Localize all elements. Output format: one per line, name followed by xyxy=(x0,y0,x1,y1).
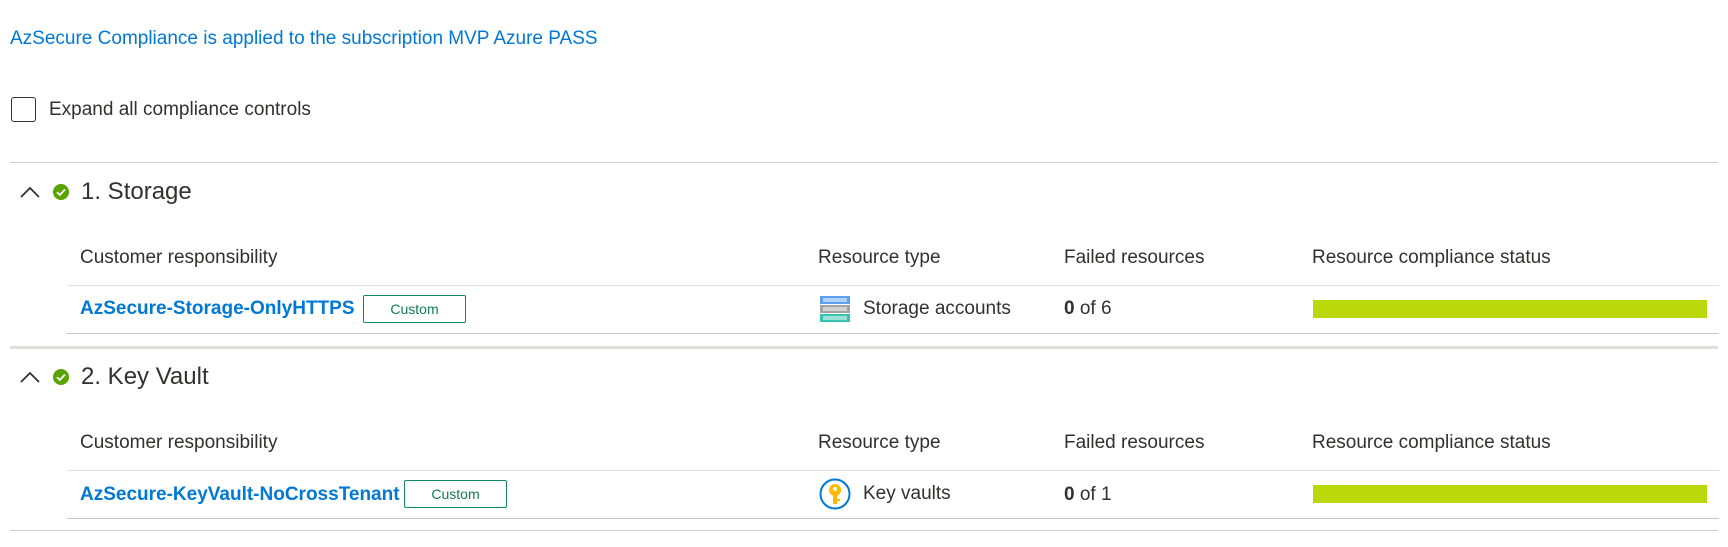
key-vault-icon xyxy=(819,478,851,510)
compliance-status-bar xyxy=(1313,485,1707,503)
section-title: 1. Storage xyxy=(81,178,192,205)
resource-type-label: Key vaults xyxy=(863,483,951,504)
column-header-resource-type: Resource type xyxy=(818,432,941,453)
section-title: 2. Key Vault xyxy=(81,363,209,390)
row-divider xyxy=(67,470,1719,471)
resource-type-key-vault: Key vaults xyxy=(819,478,951,510)
section-divider xyxy=(10,530,1718,531)
resource-type-label: Storage accounts xyxy=(863,298,1011,319)
column-header-customer-responsibility: Customer responsibility xyxy=(80,432,278,453)
compliance-status-fill xyxy=(1313,485,1707,503)
custom-badge: Custom xyxy=(363,295,466,323)
column-header-failed-resources: Failed resources xyxy=(1064,432,1205,453)
chevron-up-icon[interactable] xyxy=(17,179,43,205)
failed-total: of 1 xyxy=(1079,484,1112,505)
expand-all-row[interactable]: Expand all compliance controls xyxy=(11,97,311,122)
resource-type-storage: Storage accounts xyxy=(819,293,1011,325)
row-divider xyxy=(67,333,1719,334)
subscription-compliance-link[interactable]: AzSecure Compliance is applied to the su… xyxy=(10,28,598,50)
expand-all-checkbox[interactable] xyxy=(11,97,36,122)
row-divider xyxy=(67,285,1719,286)
column-header-failed-resources: Failed resources xyxy=(1064,247,1205,268)
compliance-status-bar xyxy=(1313,300,1707,318)
storage-account-icon xyxy=(819,293,851,325)
custom-badge: Custom xyxy=(404,480,507,508)
column-header-compliance-status: Resource compliance status xyxy=(1312,247,1551,268)
chevron-up-icon[interactable] xyxy=(17,364,43,390)
row-divider xyxy=(67,518,1719,519)
section-header-storage[interactable]: 1. Storage xyxy=(17,178,192,206)
policy-link-keyvault-nocrosstenant[interactable]: AzSecure-KeyVault-NoCrossTenant xyxy=(80,484,400,506)
column-header-compliance-status: Resource compliance status xyxy=(1312,432,1551,453)
policy-link-storage-onlyhttps[interactable]: AzSecure-Storage-OnlyHTTPS xyxy=(80,298,355,320)
failed-count: 0 xyxy=(1064,298,1075,319)
success-check-icon xyxy=(51,182,71,202)
failed-resources-count: 0 of 1 xyxy=(1064,484,1112,506)
section-header-key-vault[interactable]: 2. Key Vault xyxy=(17,363,209,391)
compliance-status-fill xyxy=(1313,300,1707,318)
column-header-customer-responsibility: Customer responsibility xyxy=(80,247,278,268)
column-header-resource-type: Resource type xyxy=(818,247,941,268)
failed-resources-count: 0 of 6 xyxy=(1064,298,1112,320)
failed-total: of 6 xyxy=(1079,298,1112,319)
expand-all-label: Expand all compliance controls xyxy=(49,98,311,120)
section-divider xyxy=(10,346,1718,349)
section-divider xyxy=(10,162,1718,163)
failed-count: 0 xyxy=(1064,484,1075,505)
success-check-icon xyxy=(51,367,71,387)
